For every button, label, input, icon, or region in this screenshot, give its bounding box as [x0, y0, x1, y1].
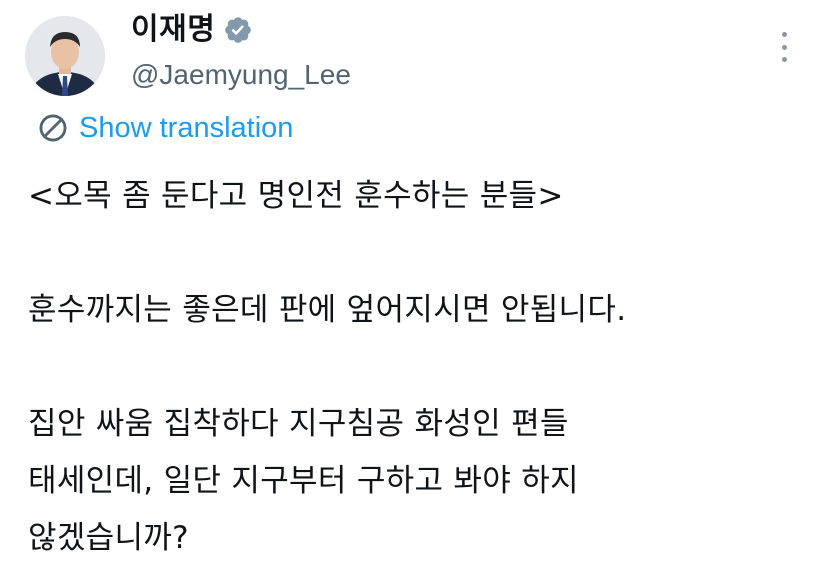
- tweet-line: <오목 좀 둔다고 명인전 훈수하는 분들>: [28, 178, 564, 214]
- tweet-line: 태세인데, 일단 지구부터 구하고 봐야 하지: [28, 463, 579, 499]
- author-name-row: 이재명: [131, 12, 253, 48]
- tweet-line: 않겠습니까?: [28, 520, 189, 556]
- tweet-text: <오목 좀 둔다고 명인전 훈수하는 분들> 훈수까지는 좋은데 판에 엎어지시…: [28, 168, 792, 567]
- profile-photo: [25, 16, 105, 96]
- tweet-line: 훈수까지는 좋은데 판에 엎어지시면 안됩니다.: [28, 292, 627, 328]
- avatar[interactable]: [25, 16, 105, 96]
- author-handle[interactable]: @Jaemyung_Lee: [131, 58, 351, 92]
- show-translation-button[interactable]: Show translation: [36, 110, 293, 146]
- globe-translate-icon: [39, 114, 67, 142]
- verified-badge-icon: [225, 17, 252, 43]
- show-translation-label: Show translation: [79, 112, 294, 144]
- author-name[interactable]: 이재명: [131, 12, 215, 48]
- more-options-icon[interactable]: [780, 32, 788, 62]
- tweet-line: 집안 싸움 집착하다 지구침공 화성인 편들: [28, 406, 569, 442]
